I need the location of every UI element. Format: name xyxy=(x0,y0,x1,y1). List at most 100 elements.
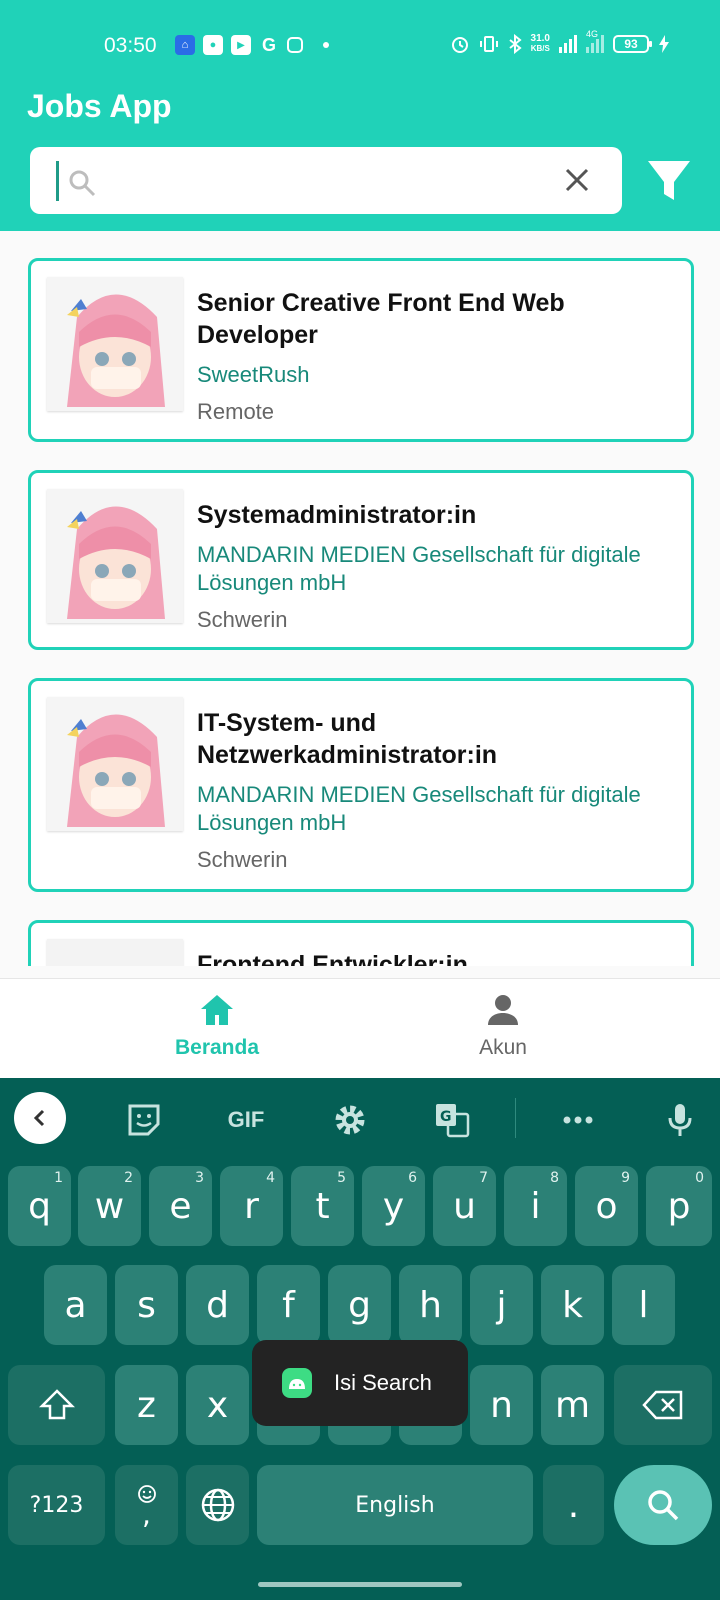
backspace-icon xyxy=(642,1390,683,1420)
text-cursor xyxy=(56,161,59,201)
toast-message: Isi Search xyxy=(252,1340,468,1426)
key-k[interactable]: k xyxy=(541,1265,604,1345)
job-location: Remote xyxy=(197,399,275,424)
key-e[interactable]: e3 xyxy=(149,1166,212,1246)
job-card[interactable]: Frontend Entwickler:in xyxy=(28,920,694,966)
notification-icons: ⌂ ● ▶ G xyxy=(175,35,329,55)
signal-4g-icon: 4G xyxy=(586,29,604,53)
key-w[interactable]: w2 xyxy=(78,1166,141,1246)
job-title: IT-System- und Netzwerkadministrator:in xyxy=(197,709,498,769)
nav-account-label: Akun xyxy=(479,1036,527,1059)
more-dots-icon xyxy=(563,1116,593,1124)
clear-icon[interactable] xyxy=(562,165,592,195)
gesture-home-bar[interactable] xyxy=(258,1582,462,1587)
app-header: 03:50 ⌂ ● ▶ G 31.0 KB/S 4G 93 Jobs App xyxy=(0,0,720,231)
svg-text:G: G xyxy=(440,1109,452,1125)
key-m[interactable]: m xyxy=(541,1365,604,1445)
more-notifications-dot xyxy=(323,42,329,48)
key-a[interactable]: a xyxy=(44,1265,107,1345)
key-x[interactable]: x xyxy=(186,1365,249,1445)
key-t[interactable]: t5 xyxy=(291,1166,354,1246)
job-card[interactable]: Senior Creative Front End Web Developer … xyxy=(28,258,694,442)
emoji-comma-key[interactable]: , xyxy=(115,1465,178,1545)
key-j[interactable]: j xyxy=(470,1265,533,1345)
key-g[interactable]: g xyxy=(328,1265,391,1345)
backspace-key[interactable] xyxy=(614,1365,712,1445)
chevron-left-icon xyxy=(33,1109,45,1127)
gif-button[interactable]: GIF xyxy=(214,1092,278,1148)
youtube-icon: ▶ xyxy=(231,35,251,55)
sticker-button[interactable] xyxy=(116,1092,172,1148)
globe-icon xyxy=(201,1488,234,1522)
charging-icon xyxy=(659,35,669,53)
shift-icon xyxy=(38,1389,75,1420)
key-z[interactable]: z xyxy=(115,1365,178,1445)
android-robot-icon xyxy=(289,1379,305,1389)
company-logo xyxy=(47,939,183,966)
key-q[interactable]: q1 xyxy=(8,1166,71,1246)
voice-input-button[interactable] xyxy=(652,1092,708,1148)
key-f[interactable]: f xyxy=(257,1265,320,1345)
key-r[interactable]: r4 xyxy=(220,1166,283,1246)
key-d[interactable]: d xyxy=(186,1265,249,1345)
search-bar[interactable] xyxy=(30,147,622,214)
nav-account[interactable]: Akun xyxy=(403,993,603,1060)
battery-icon: 93 xyxy=(613,35,652,53)
search-input[interactable] xyxy=(104,161,554,201)
key-n[interactable]: n xyxy=(470,1365,533,1445)
more-button[interactable] xyxy=(550,1092,606,1148)
status-time: 03:50 xyxy=(104,34,157,57)
key-i[interactable]: i8 xyxy=(504,1166,567,1246)
job-list[interactable]: Senior Creative Front End Web Developer … xyxy=(0,231,720,966)
shift-key[interactable] xyxy=(8,1365,105,1445)
key-s[interactable]: s xyxy=(115,1265,178,1345)
signal-icon xyxy=(559,35,577,53)
android-icon xyxy=(282,1368,312,1398)
company-logo xyxy=(47,277,183,411)
key-p[interactable]: p0 xyxy=(646,1166,712,1246)
company-name: MANDARIN MEDIEN Gesellschaft für digital… xyxy=(197,542,641,595)
job-card[interactable]: Systemadministrator:in MANDARIN MEDIEN G… xyxy=(28,470,694,650)
job-title: Systemadministrator:in xyxy=(197,501,477,529)
period-key[interactable]: . xyxy=(543,1465,604,1545)
google-icon: G xyxy=(261,34,276,55)
bluetooth-app-icon: ⌂ xyxy=(175,35,195,55)
job-card[interactable]: IT-System- und Netzwerkadministrator:in … xyxy=(28,678,694,892)
job-location: Schwerin xyxy=(197,847,288,872)
keyboard-back-button[interactable] xyxy=(14,1092,66,1144)
symbols-key[interactable]: ?123 xyxy=(8,1465,105,1545)
nav-home[interactable]: Beranda xyxy=(117,993,317,1060)
settings-button[interactable] xyxy=(322,1092,378,1148)
company-name: MANDARIN MEDIEN Gesellschaft für digital… xyxy=(197,782,641,835)
job-title: Frontend Entwickler:in xyxy=(197,951,468,966)
key-o[interactable]: o9 xyxy=(575,1166,638,1246)
space-key[interactable]: English xyxy=(257,1465,533,1545)
anime-avatar-image xyxy=(47,697,183,831)
anime-avatar-image xyxy=(47,277,183,411)
company-logo xyxy=(47,697,183,831)
comma-label: , xyxy=(142,1498,151,1531)
home-icon xyxy=(201,995,233,1025)
key-y[interactable]: y6 xyxy=(362,1166,425,1246)
toolbar-divider xyxy=(515,1098,516,1138)
filter-icon[interactable] xyxy=(646,158,692,204)
line-icon: ● xyxy=(203,35,223,55)
bottom-navigation: Beranda Akun xyxy=(0,978,720,1078)
search-icon xyxy=(648,1490,679,1521)
key-l[interactable]: l xyxy=(612,1265,675,1345)
soft-keyboard: GIF G q1 w2 e3 r4 t5 y6 u7 i8 o9 p0 a s … xyxy=(0,1078,720,1600)
translate-icon: G xyxy=(436,1104,470,1138)
bluetooth-icon xyxy=(508,34,522,54)
app-title: Jobs App xyxy=(27,88,172,124)
language-key[interactable] xyxy=(186,1465,249,1545)
alarm-icon xyxy=(451,37,468,53)
key-h[interactable]: h xyxy=(399,1265,462,1345)
key-u[interactable]: u7 xyxy=(433,1166,496,1246)
gear-icon xyxy=(335,1105,365,1135)
translate-button[interactable]: G xyxy=(424,1092,480,1148)
search-action-key[interactable] xyxy=(614,1465,712,1545)
nav-home-label: Beranda xyxy=(174,1036,260,1059)
job-location: Schwerin xyxy=(197,607,288,632)
status-bar: 03:50 ⌂ ● ▶ G 31.0 KB/S 4G 93 xyxy=(0,29,720,62)
anime-avatar-image xyxy=(47,489,183,623)
